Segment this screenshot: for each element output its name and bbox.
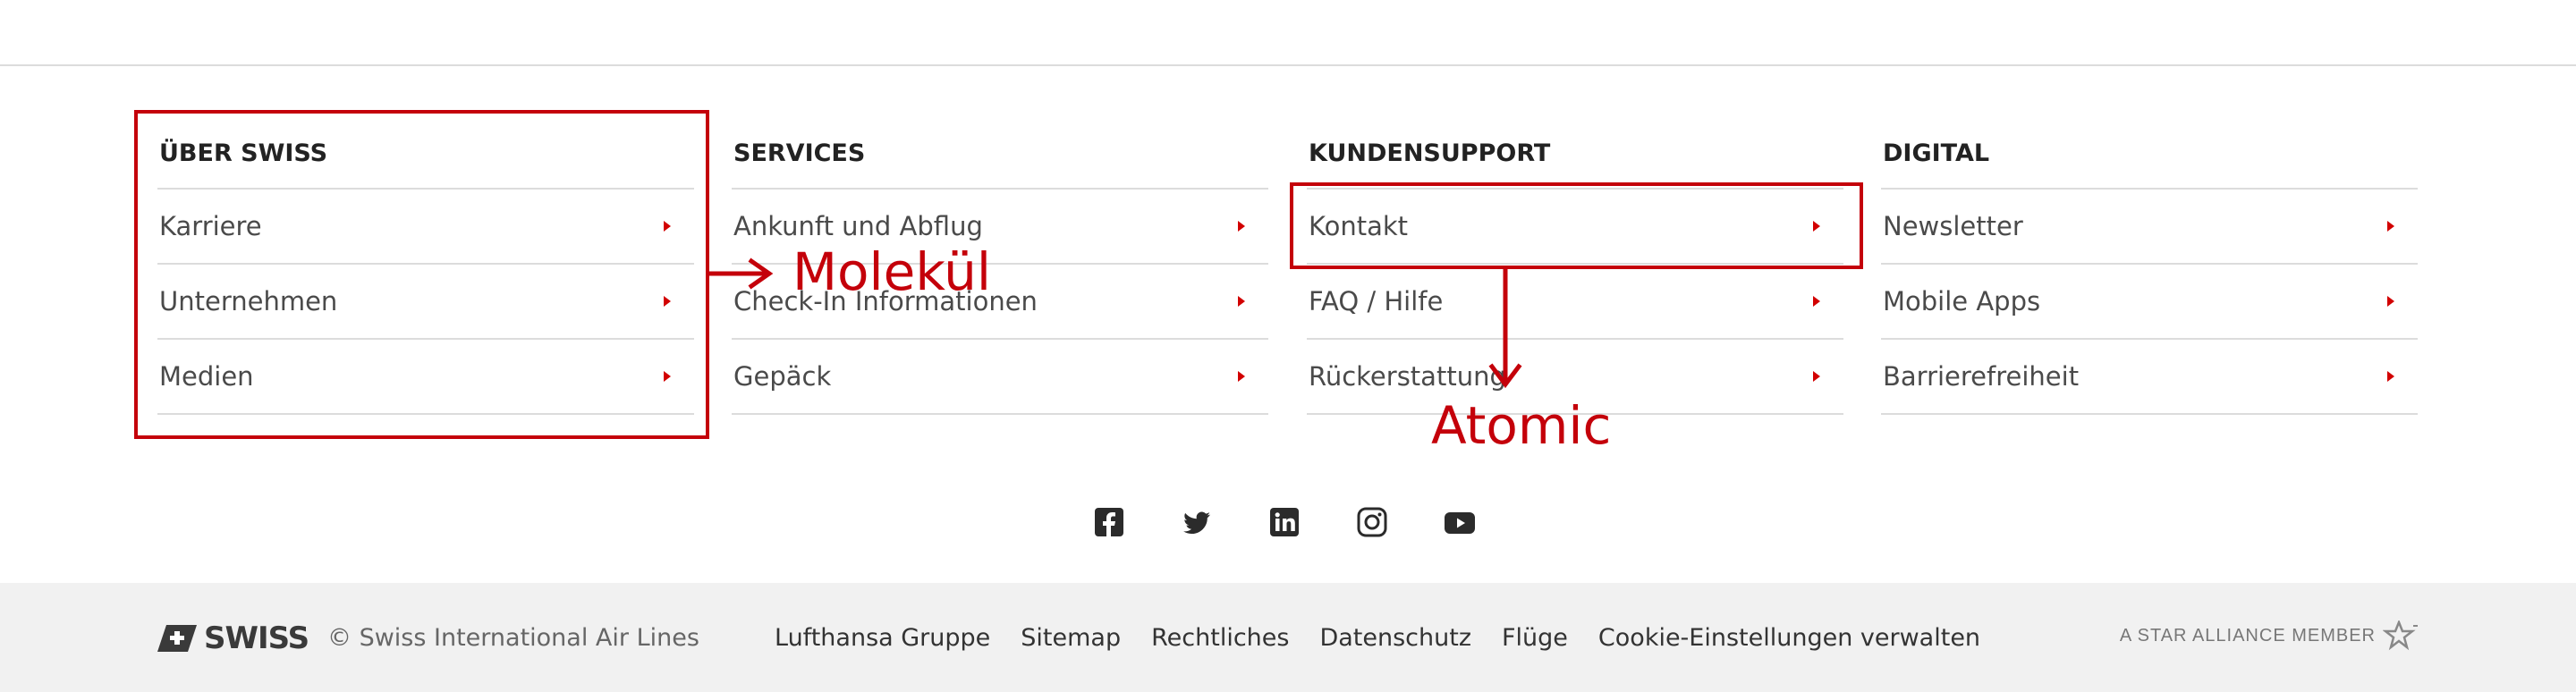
footer-bottom-bar: SWISS © Swiss International Air Lines Lu… bbox=[0, 583, 2576, 692]
facebook-icon[interactable] bbox=[1093, 506, 1125, 538]
link-fluege[interactable]: Flüge bbox=[1502, 624, 1568, 652]
social-icons bbox=[1093, 506, 1476, 538]
twitter-icon[interactable] bbox=[1181, 506, 1213, 538]
legal-links: Lufthansa Gruppe Sitemap Rechtliches Dat… bbox=[775, 624, 1980, 652]
instagram-icon[interactable] bbox=[1356, 506, 1388, 538]
youtube-icon[interactable] bbox=[1444, 506, 1476, 538]
star-alliance-badge[interactable]: A STAR ALLIANCE MEMBER bbox=[2120, 620, 2419, 651]
linkedin-icon[interactable] bbox=[1268, 506, 1301, 538]
copyright-text: © Swiss International Air Lines bbox=[327, 624, 699, 652]
annotation-atomic-label: Atomic bbox=[1431, 395, 1612, 456]
swiss-flag-icon bbox=[157, 625, 197, 652]
link-cookie-settings[interactable]: Cookie-Einstellungen verwalten bbox=[1598, 624, 1980, 652]
star-alliance-icon bbox=[2383, 620, 2418, 651]
brand-name: SWISS bbox=[204, 620, 309, 656]
link-lufthansa-gruppe[interactable]: Lufthansa Gruppe bbox=[775, 624, 990, 652]
link-sitemap[interactable]: Sitemap bbox=[1021, 624, 1121, 652]
link-datenschutz[interactable]: Datenschutz bbox=[1319, 624, 1471, 652]
annotation-molecule-label: Molekül bbox=[792, 241, 992, 302]
swiss-logo[interactable]: SWISS bbox=[157, 620, 309, 656]
link-rechtliches[interactable]: Rechtliches bbox=[1151, 624, 1289, 652]
star-alliance-text: A STAR ALLIANCE MEMBER bbox=[2119, 625, 2376, 646]
